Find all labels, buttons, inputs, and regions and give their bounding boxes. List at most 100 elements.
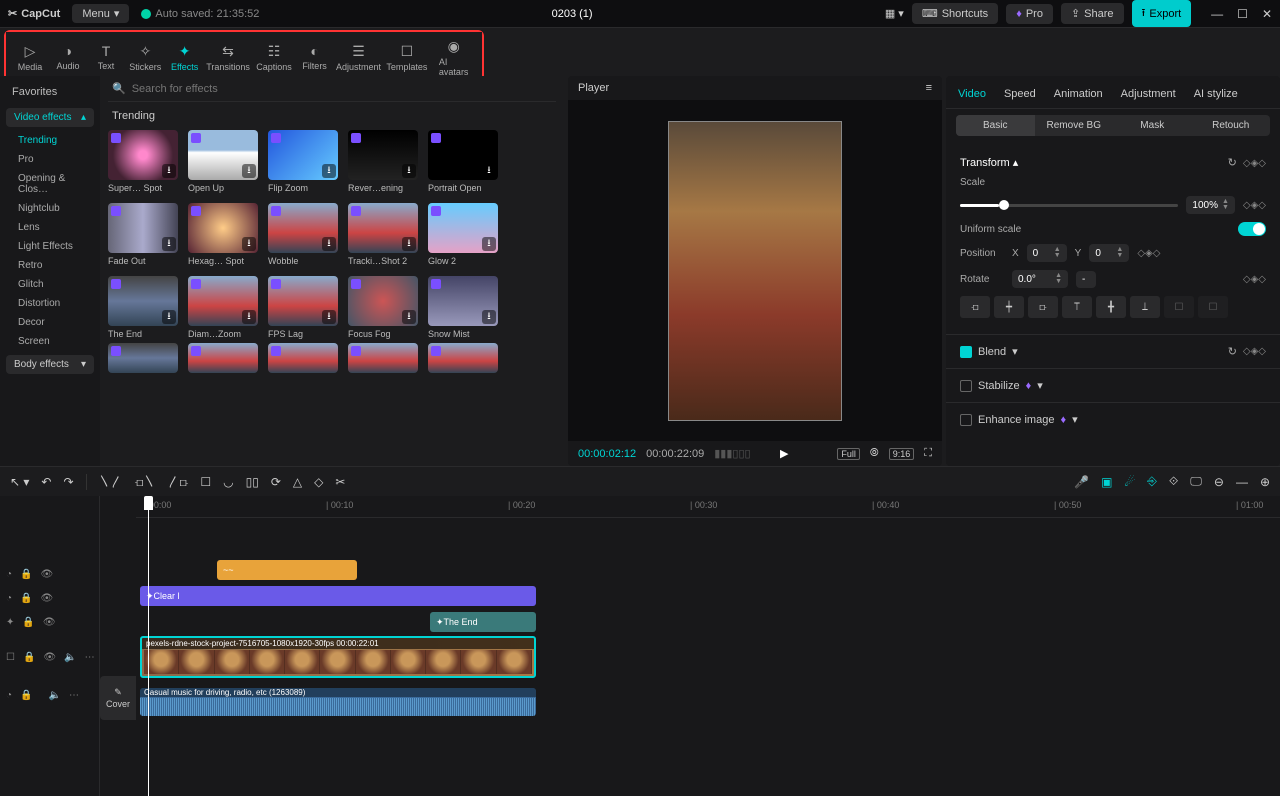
- reset-blend-icon[interactable]: ↻: [1228, 345, 1237, 358]
- effect-flip-zoom[interactable]: ⭳Flip Zoom: [268, 130, 338, 193]
- snap-button[interactable]: ▣: [1101, 475, 1112, 489]
- player-canvas[interactable]: [568, 100, 942, 441]
- effect-fps-lag[interactable]: ⭳FPS Lag: [268, 276, 338, 339]
- sidebar-favorites[interactable]: Favorites: [0, 80, 100, 104]
- subtab-mask[interactable]: Mask: [1113, 115, 1192, 136]
- split-left-button[interactable]: ⟤〵: [135, 473, 156, 490]
- menu-button[interactable]: Menu ▾: [72, 4, 129, 23]
- position-y-input[interactable]: 0▲▼: [1089, 244, 1129, 262]
- effect-item[interactable]: [188, 343, 258, 373]
- sidebar-nightclub[interactable]: Nightclub: [0, 199, 100, 218]
- tab-media[interactable]: ▷Media: [12, 41, 48, 74]
- sidebar-distortion[interactable]: Distortion: [0, 294, 100, 313]
- download-icon[interactable]: ⭳: [402, 237, 416, 251]
- sidebar-video-effects[interactable]: Video effects ▴: [6, 108, 94, 127]
- fullscreen-icon[interactable]: ⛶: [924, 447, 932, 460]
- track-visibility-icon[interactable]: ◔: [6, 569, 12, 580]
- reset-transform-icon[interactable]: ↻: [1228, 157, 1237, 169]
- kf-rotate-icon[interactable]: ◇◈◇: [1243, 274, 1266, 285]
- align-right-button[interactable]: ⟥: [1028, 296, 1058, 318]
- download-icon[interactable]: ⭳: [162, 310, 176, 324]
- kf-position-icon[interactable]: ◇◈◇: [1137, 248, 1160, 259]
- kf-transform-icon[interactable]: ◇◈◇: [1243, 158, 1266, 169]
- sidebar-screen[interactable]: Screen: [0, 332, 100, 351]
- tab-stickers[interactable]: ✧Stickers: [126, 41, 165, 74]
- download-icon[interactable]: ⭳: [242, 164, 256, 178]
- right-tab-adjustment[interactable]: Adjustment: [1121, 84, 1176, 108]
- download-icon[interactable]: ⭳: [242, 310, 256, 324]
- effect-hexag-spot[interactable]: ⭳Hexag… Spot: [188, 203, 258, 266]
- rotate-input[interactable]: 0.0°▲▼: [1012, 270, 1068, 288]
- download-icon[interactable]: ⭳: [402, 310, 416, 324]
- tab-filters[interactable]: ◐Filters: [297, 41, 333, 73]
- preview-frame[interactable]: [668, 121, 842, 421]
- shortcuts-button[interactable]: ⌨ Shortcuts: [912, 3, 998, 24]
- effect-item[interactable]: [348, 343, 418, 373]
- effect-glow-[interactable]: ⭳Glow 2: [428, 203, 498, 266]
- align-vcenter-button[interactable]: ╋: [1096, 296, 1126, 318]
- download-icon[interactable]: ⭳: [322, 310, 336, 324]
- playhead[interactable]: [148, 496, 149, 796]
- link-button[interactable]: ⎆: [1147, 474, 1157, 489]
- effect-item[interactable]: [428, 343, 498, 373]
- clip-clear[interactable]: ✦ Clear l: [140, 586, 536, 606]
- tab-adjustment[interactable]: ☰Adjustment: [335, 41, 383, 74]
- sidebar-body-effects[interactable]: Body effects ▾: [6, 355, 94, 374]
- right-tab-ai-stylize[interactable]: AI stylize: [1194, 84, 1238, 108]
- align-top-button[interactable]: ⟙: [1062, 296, 1092, 318]
- rotate-button[interactable]: ◇: [314, 475, 323, 489]
- tab-captions[interactable]: ☷Captions: [253, 41, 294, 74]
- preview-button[interactable]: ⟐: [1169, 474, 1178, 489]
- effect-fade-out[interactable]: ⭳Fade Out: [108, 203, 178, 266]
- blend-checkbox[interactable]: [960, 346, 972, 358]
- effect-open-up[interactable]: ⭳Open Up: [188, 130, 258, 193]
- reverse-button[interactable]: ⟳: [271, 475, 281, 489]
- frame-button[interactable]: ▯▯: [246, 475, 259, 489]
- maximize-button[interactable]: ☐: [1237, 7, 1248, 21]
- effect-tracki-shot-[interactable]: ⭳Tracki…Shot 2: [348, 203, 418, 266]
- clip-video[interactable]: pexels-rdne-stock-project-7516705-1080x1…: [140, 636, 536, 678]
- minimize-button[interactable]: —: [1211, 7, 1223, 21]
- effect-diam-zoom[interactable]: ⭳Diam…Zoom: [188, 276, 258, 339]
- player-menu-icon[interactable]: ≡: [926, 82, 932, 94]
- compare-icon[interactable]: ⦾: [870, 447, 879, 460]
- clip-adjustment[interactable]: ~~: [217, 560, 357, 580]
- download-icon[interactable]: ⭳: [482, 164, 496, 178]
- scale-value[interactable]: 100%▲▼: [1186, 196, 1235, 214]
- stabilize-row[interactable]: Stabilize♦▾: [946, 368, 1280, 402]
- effect-item[interactable]: [268, 343, 338, 373]
- right-tab-speed[interactable]: Speed: [1004, 84, 1036, 108]
- subtab-retouch[interactable]: Retouch: [1192, 115, 1271, 136]
- effect-super-spot[interactable]: ⭳Super… Spot: [108, 130, 178, 193]
- align-2-button[interactable]: ☐: [1198, 296, 1228, 318]
- subtab-remove-bg[interactable]: Remove BG: [1035, 115, 1114, 136]
- pro-button[interactable]: ♦ Pro: [1006, 4, 1053, 24]
- effect-focus-fog[interactable]: ⭳Focus Fog: [348, 276, 418, 339]
- share-button[interactable]: ⇪ Share: [1061, 3, 1124, 24]
- clip-the-end[interactable]: ✦ The End: [430, 612, 536, 632]
- download-icon[interactable]: ⭳: [402, 164, 416, 178]
- tab-text[interactable]: TText: [88, 41, 124, 73]
- export-button[interactable]: ⭱ Export: [1132, 0, 1192, 27]
- enhance-checkbox[interactable]: [960, 414, 972, 426]
- tab-templates[interactable]: ☐Templates: [384, 41, 429, 74]
- layout-icon[interactable]: ▦ ▾: [885, 7, 904, 20]
- crop-button[interactable]: ✂: [335, 475, 345, 489]
- timeline-ruler[interactable]: | 00:00| 00:10| 00:20| 00:30| 00:40| 00:…: [136, 496, 1280, 518]
- zoom-out-button[interactable]: ⊖: [1214, 475, 1224, 489]
- uniform-toggle[interactable]: [1238, 222, 1266, 236]
- download-icon[interactable]: ⭳: [242, 237, 256, 251]
- track-eye-icon[interactable]: 👁: [41, 569, 54, 580]
- effect-rever-ening[interactable]: ⭳Rever…ening: [348, 130, 418, 193]
- monitor-button[interactable]: 🖵: [1190, 474, 1202, 489]
- search-input[interactable]: [132, 83, 552, 95]
- align-1-button[interactable]: ☐: [1164, 296, 1194, 318]
- align-bottom-button[interactable]: ⟘: [1130, 296, 1160, 318]
- position-x-input[interactable]: 0▲▼: [1027, 244, 1067, 262]
- transform-heading[interactable]: Transform ▴: [960, 156, 1018, 169]
- sidebar-opening-clos-[interactable]: Opening & Clos…: [0, 169, 100, 199]
- download-icon[interactable]: ⭳: [322, 237, 336, 251]
- close-button[interactable]: ✕: [1262, 7, 1272, 21]
- zoom-slider[interactable]: —: [1236, 475, 1248, 489]
- download-icon[interactable]: ⭳: [162, 164, 176, 178]
